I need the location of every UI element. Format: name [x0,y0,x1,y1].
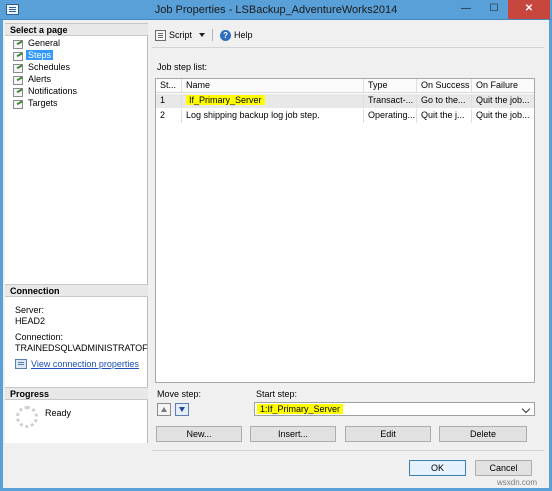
step-number-cell: 2 [156,109,182,123]
move-step-label: Move step: [157,389,202,399]
footer-divider [152,450,544,451]
script-dropdown-icon[interactable] [199,33,206,37]
toolbar: Script ? Help [152,27,256,43]
page-icon [13,75,23,85]
progress-spinner-icon [16,406,38,428]
help-button[interactable]: ? Help [217,29,256,41]
job-step-grid[interactable]: St... Name Type On Success On Failure 1 … [155,78,535,383]
page-schedules[interactable]: Schedules [13,61,72,73]
start-step-select[interactable]: 1:If_Primary_Server [254,402,535,416]
step-name-highlight: If_Primary_Server [186,95,265,105]
step-name-cell: Log shipping backup log job step. [182,109,364,123]
move-up-icon[interactable] [157,403,171,416]
watermark: wsxdn.com [497,478,538,487]
page-alerts[interactable]: Alerts [13,73,53,85]
title-bar: Job Properties - LSBackup_AdventureWorks… [0,0,552,20]
job-step-list-label: Job step list: [157,62,208,72]
column-header-type[interactable]: Type [364,79,417,93]
progress-status: Ready [45,408,72,418]
page-notifications[interactable]: Notifications [13,85,79,97]
left-pane: Select a page General Steps Schedules Al… [5,23,148,443]
page-general[interactable]: General [13,37,62,49]
step-type-cell: Operating... [364,109,417,123]
on-failure-cell: Quit the job... [476,95,530,105]
table-row[interactable]: 1 If_Primary_Server Transact-... Go to t… [156,94,534,108]
connection-label: Connection: [15,332,64,342]
page-icon [13,51,23,61]
progress-header: Progress [5,387,148,400]
script-button[interactable]: Script [152,29,208,41]
view-connection-properties-link[interactable]: View connection properties [15,359,139,369]
edit-button[interactable]: Edit [345,426,431,442]
help-icon: ? [220,29,232,41]
connection-value: TRAINEDSQL\ADMINISTRATOF [15,343,148,353]
toolbar-separator [212,29,214,41]
cancel-button[interactable]: Cancel [475,460,532,476]
page-label: Notifications [28,86,78,96]
server-value: HEAD2 [15,316,46,326]
on-failure-cell: Quit the job... [476,110,530,120]
ok-button[interactable]: OK [409,460,466,476]
page-label: Alerts [28,74,52,84]
close-button[interactable]: ✕ [508,0,550,19]
view-connection-properties-text: View connection properties [31,359,139,369]
script-icon [155,29,166,41]
page-icon [13,39,23,49]
page-label: Targets [28,98,58,108]
page-icon [13,99,23,109]
grid-header-row: St... Name Type On Success On Failure [156,79,534,93]
dropdown-chevron-icon[interactable] [522,404,531,414]
delete-button[interactable]: Delete [439,426,527,442]
column-header-on-failure[interactable]: On Failure [472,79,534,93]
server-label: Server: [15,305,45,315]
script-label: Script [169,30,193,40]
page-targets[interactable]: Targets [13,97,60,109]
connection-header: Connection [5,284,148,297]
page-icon [13,63,23,73]
step-name-cell: If_Primary_Server [182,94,364,108]
toolbar-divider [152,47,544,48]
column-header-name[interactable]: Name [182,79,364,93]
start-step-value: 1:If_Primary_Server [257,404,344,414]
help-label: Help [234,30,253,40]
connection-properties-icon [15,359,27,369]
new-button[interactable]: New... [156,426,242,442]
column-header-on-success[interactable]: On Success [417,79,472,93]
page-steps[interactable]: Steps [13,49,54,61]
maximize-button[interactable]: ☐ [480,0,508,19]
on-success-cell: Quit the j... [417,109,472,123]
step-type-cell: Transact-... [364,94,417,108]
minimize-button[interactable]: — [452,0,480,19]
page-label: General [28,38,61,48]
page-icon [13,87,23,97]
select-page-header: Select a page [5,23,148,36]
insert-button[interactable]: Insert... [250,426,336,442]
start-step-label: Start step: [256,389,298,399]
page-label: Steps [26,50,54,60]
move-down-icon[interactable] [175,403,189,416]
column-header-step[interactable]: St... [156,79,182,93]
step-number-cell: 1 [156,94,182,108]
table-row[interactable]: 2 Log shipping backup log job step. Oper… [156,109,534,123]
on-success-cell: Go to the... [417,94,472,108]
page-label: Schedules [28,62,71,72]
